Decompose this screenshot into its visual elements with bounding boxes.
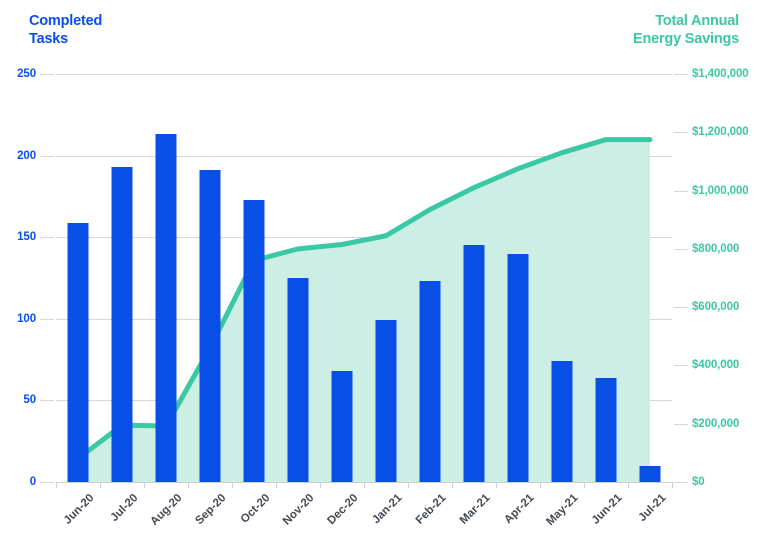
x-axis-tick-label: Aug-20: [148, 492, 185, 529]
bar-jun-21[interactable]: [595, 377, 617, 482]
left-axis-tick-label: 50: [23, 394, 36, 407]
bar-slot: [188, 74, 232, 482]
left-axis-tick-label: 0: [29, 476, 36, 488]
bar-jan-21[interactable]: [375, 320, 397, 482]
bar-sep-20[interactable]: [199, 170, 221, 482]
bar-jul-21[interactable]: [639, 465, 661, 482]
right-axis-tick-label: $200,000: [692, 417, 740, 430]
x-tick-mark: [144, 482, 145, 488]
x-axis-tick-label: Jun-20: [61, 492, 97, 527]
right-axis-title: Total Annual Energy Savings: [559, 13, 739, 48]
right-tick-mark: [674, 307, 688, 309]
plot-area: 250 200 150 100 50 0 $1,400,000 $1,200,000 $1,0…: [17, 68, 749, 488]
x-tick-mark: [672, 482, 673, 488]
bar-slot: [540, 74, 584, 482]
bar-feb-21[interactable]: [419, 281, 441, 482]
bar-jul-20[interactable]: [111, 167, 133, 482]
bar-slot: [232, 74, 276, 482]
bar-slot: [56, 74, 100, 482]
bar-slot: [276, 74, 320, 482]
x-tick-mark: [364, 482, 365, 488]
right-tick-mark: [674, 248, 688, 250]
x-tick-mark: [452, 482, 453, 488]
bar-slot: [452, 74, 496, 482]
bar-slot: [584, 74, 628, 482]
x-axis-tick-label: Jun-21: [589, 492, 625, 527]
x-tick-mark: [628, 482, 629, 488]
right-axis-tick-label: $600,000: [692, 301, 740, 314]
left-tick-mark: [40, 318, 54, 320]
right-axis-tick-label: $1,000,000: [692, 184, 749, 197]
x-tick-mark: [496, 482, 497, 488]
x-tick-mark: [188, 482, 189, 488]
x-tick-mark: [276, 482, 277, 488]
x-tick-mark: [232, 482, 233, 488]
right-axis-tick-label: $800,000: [692, 242, 740, 255]
x-axis-tick-label: Mar-21: [457, 492, 493, 527]
bar-slot: [408, 74, 452, 482]
bar-aug-20[interactable]: [155, 134, 177, 482]
x-axis-tick-label: Jan-21: [370, 492, 405, 527]
left-axis-tick-label: 100: [17, 312, 36, 325]
x-axis-tick-label: Oct-20: [238, 492, 273, 526]
x-tick-mark: [408, 482, 409, 488]
right-tick-mark: [674, 190, 688, 192]
left-axis-tick-label: 200: [17, 149, 36, 162]
x-tick-mark: [320, 482, 321, 488]
left-axis-title-line2: Tasks: [29, 30, 69, 47]
left-axis-title: Completed Tasks: [29, 13, 159, 48]
left-axis-tick-label: 150: [17, 231, 36, 244]
bar-jun-20[interactable]: [67, 222, 89, 482]
x-axis-tick-label: Sep-20: [193, 492, 229, 528]
dual-axis-chart: Completed Tasks Total Annual Energy Savi…: [0, 0, 758, 546]
right-axis-tick-label: $400,000: [692, 359, 740, 372]
bar-oct-20[interactable]: [243, 199, 265, 482]
right-tick-mark: [674, 74, 688, 75]
right-tick-mark: [674, 423, 688, 425]
x-tick-mark: [100, 482, 101, 488]
bar-slot: [144, 74, 188, 482]
bar-slot: [628, 74, 672, 482]
left-tick-mark: [40, 237, 54, 239]
bar-apr-21[interactable]: [507, 253, 529, 482]
right-tick-mark: [674, 132, 688, 134]
right-axis-title-line2: Energy Savings: [633, 30, 739, 47]
left-tick-mark: [40, 482, 54, 483]
right-axis-title-line1: Total Annual: [655, 13, 739, 29]
left-tick-mark: [40, 155, 54, 157]
bar-slot: [496, 74, 540, 482]
x-axis-tick-label: Feb-21: [413, 492, 449, 527]
right-axis-tick-label: $1,200,000: [692, 126, 749, 139]
right-axis-tick-label: $0: [692, 476, 705, 488]
bar-nov-20[interactable]: [287, 278, 309, 482]
x-axis-tick-label: May-21: [544, 492, 581, 529]
x-axis-tick-label: Nov-20: [280, 492, 317, 528]
x-axis-tick-label: Jul-21: [636, 492, 669, 524]
bar-dec-20[interactable]: [331, 371, 353, 482]
bar-slot: [364, 74, 408, 482]
left-tick-mark: [40, 400, 54, 402]
bar-may-21[interactable]: [551, 361, 573, 482]
x-axis-tick-label: Jul-20: [108, 492, 141, 524]
x-axis-tick-label: Apr-21: [502, 492, 537, 527]
x-axis-tick-label: Dec-20: [325, 492, 361, 528]
left-axis-title-line1: Completed: [29, 13, 103, 29]
x-tick-mark: [56, 482, 57, 488]
left-tick-mark: [40, 74, 54, 75]
right-tick-mark: [674, 365, 688, 367]
bar-mar-21[interactable]: [463, 245, 485, 482]
bar-slot: [320, 74, 364, 482]
x-tick-mark: [540, 482, 541, 488]
right-tick-mark: [674, 482, 688, 483]
completed-tasks-bar-series: [56, 74, 672, 482]
bar-slot: [100, 74, 144, 482]
left-axis-tick-label: 250: [17, 68, 36, 80]
right-axis-tick-label: $1,400,000: [692, 68, 749, 80]
x-tick-mark: [584, 482, 585, 488]
